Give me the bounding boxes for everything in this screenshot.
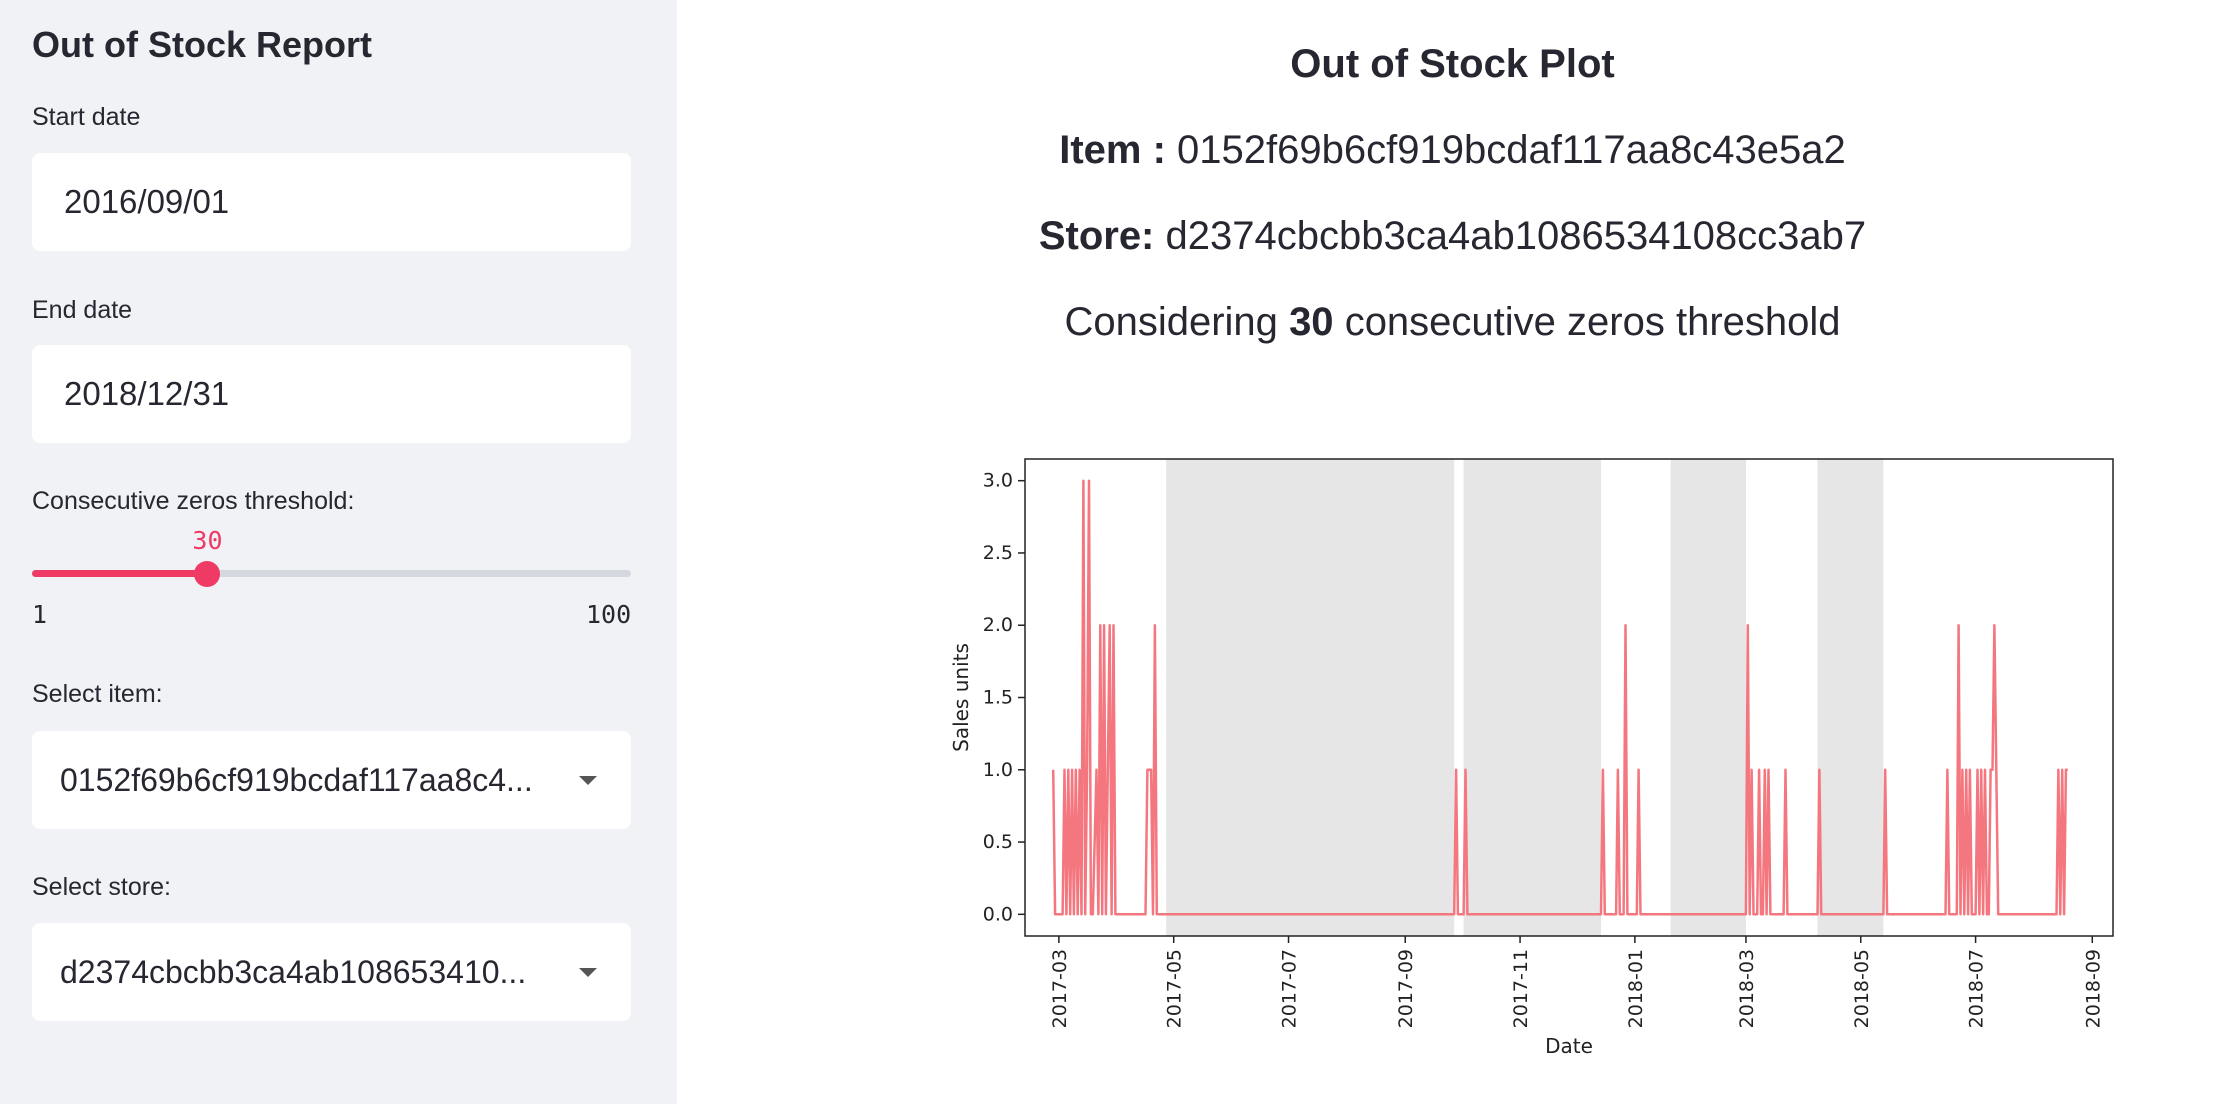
- plot-title: Out of Stock Plot: [1290, 42, 1615, 86]
- x-axis-label: Date: [1545, 1034, 1593, 1058]
- y-tick-label: 2.5: [983, 542, 1013, 564]
- out-of-stock-span: [1817, 459, 1884, 936]
- threshold-slider-thumb[interactable]: [194, 561, 221, 587]
- threshold-slider-fill: [32, 570, 208, 577]
- store-prefix: Store:: [1038, 214, 1155, 258]
- x-tick-label: 2018-03: [1736, 949, 1758, 1028]
- sidebar-title: Out of Stock Report: [32, 24, 372, 65]
- considering-suffix: consecutive zeros threshold: [1344, 300, 1841, 344]
- select-store-dropdown[interactable]: d2374cbcbb3ca4ab108653410...: [32, 923, 631, 1021]
- y-tick-label: 3.0: [983, 470, 1013, 492]
- store-heading: Store: d2374cbcbb3ca4ab1086534108cc3ab7: [677, 214, 2228, 259]
- x-tick-label: 2018-07: [1966, 949, 1988, 1028]
- y-tick-label: 0.0: [983, 903, 1013, 925]
- x-tick-label: 2018-09: [2082, 949, 2104, 1028]
- threshold-heading: Considering 30 consecutive zeros thresho…: [677, 300, 2228, 345]
- out-of-stock-span: [1463, 459, 1601, 936]
- select-item-dropdown[interactable]: 0152f69b6cf919bcdaf117aa8c4...: [32, 731, 631, 829]
- x-tick-label: 2018-01: [1625, 949, 1647, 1028]
- x-tick-label: 2017-11: [1510, 949, 1532, 1028]
- select-item-value: 0152f69b6cf919bcdaf117aa8c4...: [60, 761, 533, 798]
- x-tick-label: 2018-05: [1851, 949, 1873, 1028]
- start-date-input[interactable]: 2016/09/01: [32, 153, 631, 251]
- end-date-value: 2018/12/31: [64, 375, 230, 412]
- sidebar: Out of Stock Report Start date 2016/09/0…: [0, 0, 677, 1104]
- out-of-stock-chart: 0.0 0.5 1.0 1.5 2.0 2.5 3.0 2017-03 2017-05 2017-…: [949, 458, 2114, 1058]
- select-item-label: Select item:: [32, 680, 163, 708]
- chevron-down-icon: [579, 775, 597, 785]
- threshold-label: Consecutive zeros threshold:: [32, 487, 355, 515]
- y-tick-label: 1.5: [983, 687, 1013, 709]
- start-date-value: 2016/09/01: [64, 183, 230, 220]
- item-prefix: Item :: [1059, 128, 1166, 172]
- x-tick-label: 2017-09: [1395, 949, 1417, 1028]
- select-store-label: Select store:: [32, 873, 171, 901]
- considering-prefix: Considering: [1064, 300, 1278, 344]
- item-heading: Item : 0152f69b6cf919bcdaf117aa8c43e5a2: [677, 128, 2228, 173]
- y-tick-label: 0.5: [983, 831, 1013, 853]
- threshold-slider-max: 100: [586, 600, 632, 629]
- threshold-slider[interactable]: [32, 561, 631, 587]
- y-tick-label: 2.0: [983, 614, 1013, 636]
- x-tick-label: 2017-07: [1279, 949, 1301, 1028]
- threshold-slider-min: 1: [32, 600, 48, 629]
- item-id: 0152f69b6cf919bcdaf117aa8c43e5a2: [1177, 128, 1846, 172]
- end-date-label: End date: [32, 296, 133, 324]
- chevron-down-icon: [579, 967, 597, 977]
- threshold-slider-value: 30: [192, 526, 223, 555]
- store-id: d2374cbcbb3ca4ab1086534108cc3ab7: [1165, 214, 1867, 258]
- start-date-label: Start date: [32, 103, 141, 131]
- y-tick-label: 1.0: [983, 759, 1013, 781]
- y-axis-label: Sales units: [949, 643, 973, 752]
- out-of-stock-span: [1166, 459, 1455, 936]
- considering-value: 30: [1289, 300, 1334, 344]
- x-tick-label: 2017-05: [1164, 949, 1186, 1028]
- out-of-stock-span: [1670, 459, 1746, 936]
- x-tick-label: 2017-03: [1049, 949, 1071, 1028]
- end-date-input[interactable]: 2018/12/31: [32, 345, 631, 443]
- select-store-value: d2374cbcbb3ca4ab108653410...: [60, 953, 527, 990]
